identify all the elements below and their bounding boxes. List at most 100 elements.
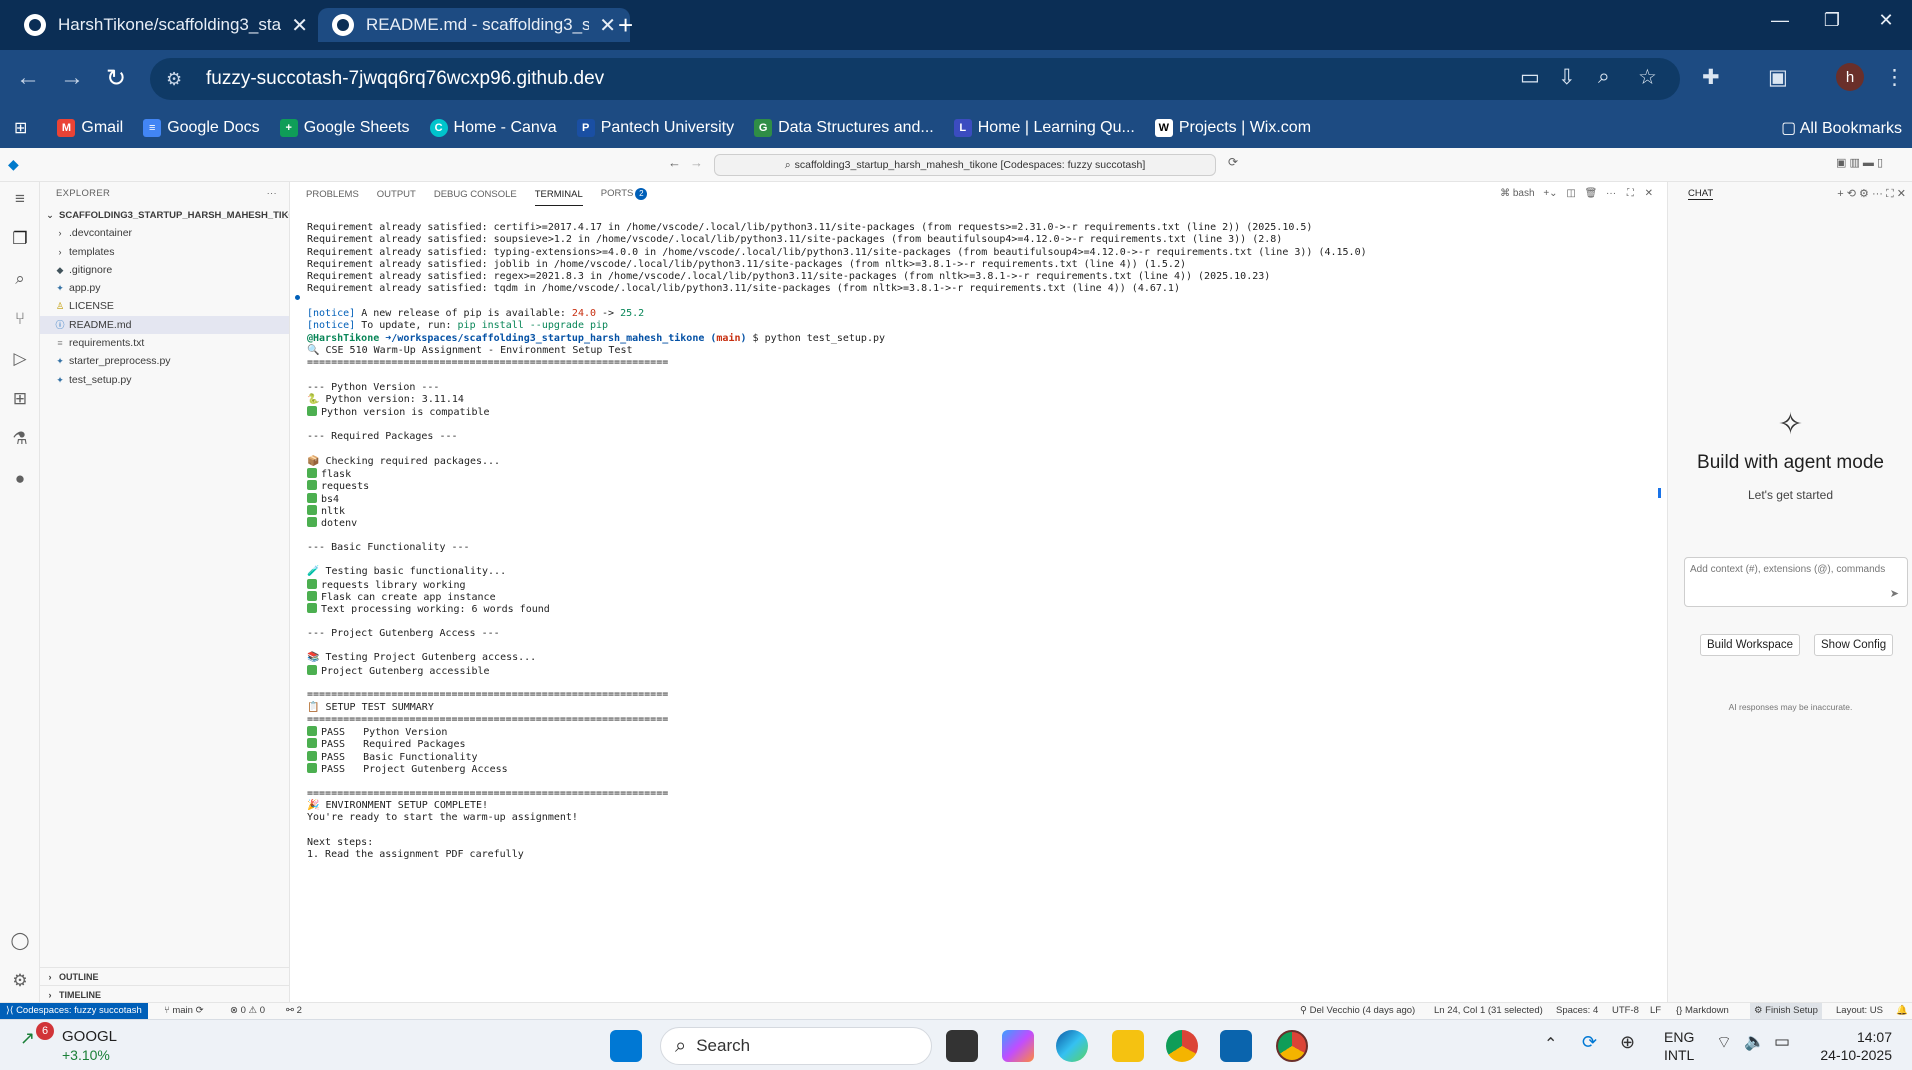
bookmark-google-sheets[interactable]: + Google Sheets (279, 119, 410, 137)
indent-status[interactable]: Spaces: 4 (1556, 1003, 1598, 1019)
accounts-icon[interactable]: ◯ (9, 930, 31, 952)
github-icon[interactable]: ● (9, 468, 31, 490)
command-center[interactable]: ⌕ scaffolding3_startup_harsh_mahesh_tiko… (714, 154, 1216, 176)
taskbar-search[interactable]: ⌕ Search (660, 1027, 932, 1065)
scrollbar-marker[interactable] (1658, 488, 1661, 498)
nav-forward-icon[interactable]: → (690, 155, 703, 170)
ports-status[interactable]: ⚯ 2 (286, 1003, 302, 1019)
explorer-icon[interactable]: ❐ (9, 228, 31, 250)
start-icon[interactable] (610, 1030, 642, 1062)
terminal-shell-label[interactable]: bash (1513, 188, 1535, 199)
finish-setup-status[interactable]: ⚙ Finish Setup (1750, 1003, 1822, 1019)
language-status[interactable]: {} Markdown (1676, 1003, 1729, 1019)
remote-indicator[interactable]: ⟩⟨ Codespaces: fuzzy succotash (0, 1003, 148, 1019)
close-panel-icon[interactable]: ✕ (1645, 188, 1653, 199)
forward-icon[interactable]: → (60, 64, 84, 92)
show-hidden-icons[interactable]: ⌃ (1544, 1034, 1557, 1054)
git-blame-status[interactable]: ⚲ Del Vecchio (4 days ago) (1300, 1003, 1415, 1019)
chrome-icon[interactable] (1166, 1030, 1198, 1062)
install-app-icon[interactable]: ⇩ (1558, 65, 1576, 90)
browser-tab-active[interactable]: README.md - scaffolding3_star ✕ (318, 8, 630, 42)
clock[interactable]: 14:07 24-10-2025 (1820, 1028, 1892, 1064)
search-icon[interactable]: ⌕ (9, 268, 31, 290)
problems-status[interactable]: ⊗ 0 ⚠ 0 (230, 1003, 265, 1019)
copilot-icon[interactable] (1002, 1030, 1034, 1062)
source-control-icon[interactable]: ⑂ (9, 308, 31, 330)
bookmark-data-structures[interactable]: G Data Structures and... (754, 119, 934, 137)
bookmark-pantech[interactable]: P Pantech University (576, 119, 734, 137)
more-actions-icon[interactable]: ··· (1606, 188, 1616, 199)
bookmark-learning[interactable]: L Home | Learning Qu... (953, 119, 1135, 137)
network-vpn-icon[interactable]: ⊕ (1620, 1032, 1635, 1053)
window-close-icon[interactable]: ✕ (1866, 10, 1906, 31)
language-indicator[interactable]: ENG INTL (1664, 1028, 1694, 1064)
tree-file-test-setup[interactable]: ✦ test_setup.py (40, 371, 289, 389)
restore-icon[interactable]: ❐ (1812, 10, 1852, 31)
outlook-icon[interactable] (1220, 1030, 1252, 1062)
send-icon[interactable]: ➤ (1890, 587, 1899, 600)
new-tab-button[interactable]: + (618, 10, 633, 41)
new-terminal-icon[interactable]: +⌄ (1543, 188, 1557, 199)
bell-icon[interactable]: 🔔 (1896, 1003, 1908, 1019)
show-config-button[interactable]: Show Config (1814, 634, 1894, 656)
maximize-panel-icon[interactable]: ⛶ (1627, 188, 1634, 199)
all-bookmarks[interactable]: ▢ All Bookmarks (1781, 118, 1902, 138)
stock-widget[interactable]: 6 ↗ GOOGL +3.10% (20, 1022, 117, 1063)
tree-file-readme[interactable]: ⓘ README.md (40, 315, 289, 335)
workspace-root[interactable]: ⌄ SCAFFOLDING3_STARTUP_HARSH_MAHESH_TIKON… (40, 206, 289, 224)
profile-avatar[interactable]: h (1836, 63, 1864, 91)
bookmark-canva[interactable]: C Home - Canva (429, 119, 557, 137)
kill-terminal-icon[interactable]: 🗑 (1585, 188, 1598, 199)
back-icon[interactable]: ← (16, 64, 40, 92)
encoding-status[interactable]: UTF-8 (1612, 1003, 1639, 1019)
site-info-icon[interactable]: ⚙ (166, 69, 188, 90)
build-workspace-button[interactable]: Build Workspace (1700, 634, 1801, 656)
apps-icon[interactable]: ⊞ (14, 118, 27, 138)
clipboard-icon[interactable]: ▭ (1520, 65, 1540, 90)
settings-gear-icon[interactable]: ⚙ (9, 970, 31, 992)
battery-icon[interactable]: ▭ (1774, 1032, 1790, 1052)
url-bar[interactable]: ⚙ fuzzy-succotash-7jwqq6rq76wcxp96.githu… (150, 58, 1680, 100)
minimize-icon[interactable]: — (1760, 10, 1800, 31)
file-explorer-icon[interactable] (1112, 1030, 1144, 1062)
bookmark-star-icon[interactable]: ☆ (1638, 65, 1657, 90)
menu-icon[interactable]: ⋮ (1884, 65, 1905, 90)
split-terminal-icon[interactable]: ◫ (1566, 188, 1575, 199)
run-debug-icon[interactable]: ▷ (9, 348, 31, 370)
branch-status[interactable]: ⑂ main ⟳ (164, 1003, 204, 1019)
more-actions-icon[interactable]: ··· (267, 182, 277, 206)
sync-icon[interactable]: ⟳ (1582, 1032, 1597, 1053)
tab-ports[interactable]: PORTS 2 (601, 188, 648, 200)
tab-output[interactable]: OUTPUT (377, 189, 416, 200)
task-view-icon[interactable] (946, 1030, 978, 1062)
reload-icon[interactable]: ↻ (106, 64, 126, 93)
tree-file-gitignore[interactable]: ◆ .gitignore (40, 261, 289, 279)
browser-tab[interactable]: HarshTikone/scaffolding3_start ✕ (10, 8, 322, 42)
outline-section[interactable]: › OUTLINE (40, 967, 289, 985)
extensions-icon[interactable]: ✚ (1702, 65, 1720, 90)
tab-debug-console[interactable]: DEBUG CONSOLE (434, 189, 517, 200)
copilot-icon[interactable]: ⟳ (1228, 155, 1238, 169)
chat-input[interactable]: Add context (#), extensions (@), command… (1684, 557, 1908, 607)
tree-file-app-py[interactable]: ✦ app.py (40, 279, 289, 297)
close-icon[interactable]: ✕ (291, 13, 308, 38)
chat-toolbar[interactable]: + ⟲ ⚙ ··· ⛶ ✕ (1837, 182, 1906, 206)
nav-back-icon[interactable]: ← (668, 155, 681, 170)
menu-icon[interactable]: ≡ (9, 188, 31, 210)
timeline-section[interactable]: › TIMELINE (40, 985, 289, 1003)
keyboard-layout-status[interactable]: Layout: US (1836, 1003, 1883, 1019)
tab-search-icon[interactable]: ▣ (1768, 65, 1788, 90)
tree-file-license[interactable]: ♙ LICENSE (40, 297, 289, 315)
cursor-position-status[interactable]: Ln 24, Col 1 (31 selected) (1434, 1003, 1543, 1019)
tree-folder-templates[interactable]: › templates (40, 243, 289, 261)
tab-terminal[interactable]: TERMINAL (534, 189, 583, 206)
eol-status[interactable]: LF (1650, 1003, 1661, 1019)
zoom-icon[interactable]: ⌕ (1598, 65, 1610, 89)
testing-icon[interactable]: ⚗ (9, 428, 31, 450)
bookmark-google-docs[interactable]: ≡ Google Docs (143, 119, 260, 137)
tree-folder-devcontainer[interactable]: › .devcontainer (40, 224, 289, 242)
close-icon[interactable]: ✕ (599, 13, 616, 38)
bookmark-wix[interactable]: W Projects | Wix.com (1154, 119, 1311, 137)
tree-file-starter-preprocess[interactable]: ✦ starter_preprocess.py (40, 352, 289, 370)
tab-problems[interactable]: PROBLEMS (306, 189, 359, 200)
